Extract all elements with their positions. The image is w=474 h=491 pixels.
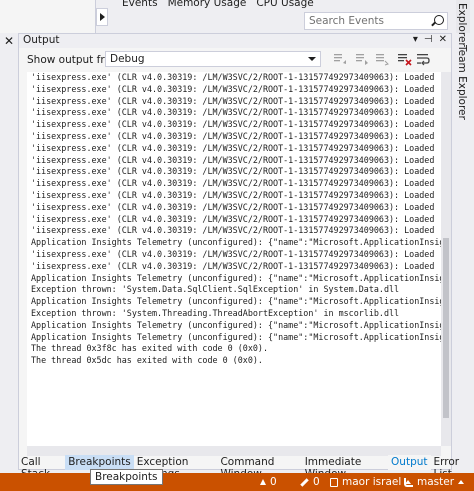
output-line: Application Insights Telemetry (unconfig… <box>31 237 441 248</box>
output-line: 'iisexpress.exe' (CLR v4.0.30319: /LM/W3… <box>31 178 441 189</box>
output-line: 'iisexpress.exe' (CLR v4.0.30319: /LM/W3… <box>31 142 441 153</box>
go-to-next-message-icon[interactable] <box>374 52 390 66</box>
side-tab-team-explorer[interactable]: Team Explorer <box>456 45 468 120</box>
output-line: 'iisexpress.exe' (CLR v4.0.30319: /LM/W3… <box>31 154 441 165</box>
branch[interactable]: master <box>404 476 465 488</box>
output-line: 'iisexpress.exe' (CLR v4.0.30319: /LM/W3… <box>31 119 441 130</box>
output-line: 'iisexpress.exe' (CLR v4.0.30319: /LM/W3… <box>31 166 441 177</box>
output-line: 'iisexpress.exe' (CLR v4.0.30319: /LM/W3… <box>31 260 441 271</box>
pending-changes[interactable]: 0 <box>300 476 320 488</box>
chevron-down-icon <box>308 57 316 61</box>
search-events-input[interactable]: Search Events <box>304 12 448 30</box>
status-bar: 0 0 maor israel master <box>0 473 474 491</box>
output-line: 'iisexpress.exe' (CLR v4.0.30319: /LM/W3… <box>31 248 441 259</box>
scrollbar-thumb[interactable] <box>443 238 449 418</box>
side-tab-explorer[interactable]: Explorer <box>456 3 468 47</box>
output-lines: 'iisexpress.exe' (CLR v4.0.30319: /LM/W3… <box>27 72 441 367</box>
output-line: 'iisexpress.exe' (CLR v4.0.30319: /LM/W3… <box>31 72 441 82</box>
output-toolbar: Show output from: Debug <box>19 49 451 71</box>
search-icon[interactable] <box>434 15 444 25</box>
tab-cpu-usage[interactable]: CPU Usage <box>256 0 313 9</box>
close-icon[interactable]: ✕ <box>439 34 447 45</box>
output-line: 'iisexpress.exe' (CLR v4.0.30319: /LM/W3… <box>31 107 441 118</box>
expand-arrow-button[interactable] <box>96 8 108 26</box>
repository-name: maor israel <box>342 476 402 488</box>
pencil-icon <box>300 477 309 487</box>
output-line: 'iisexpress.exe' (CLR v4.0.30319: /LM/W3… <box>31 95 441 106</box>
tab-output[interactable]: Output <box>388 455 431 470</box>
output-line: 'iisexpress.exe' (CLR v4.0.30319: /LM/W3… <box>31 201 441 212</box>
tab-events[interactable]: Events <box>122 0 158 9</box>
output-line: Application Insights Telemetry (unconfig… <box>31 272 441 283</box>
repository-icon <box>330 477 338 487</box>
push-count: 0 <box>270 476 277 488</box>
chevron-up-icon <box>458 480 465 484</box>
tab-immediate-window[interactable]: Immediate Window <box>302 455 388 480</box>
timeline-panel <box>0 0 96 33</box>
output-line: 'iisexpress.exe' (CLR v4.0.30319: /LM/W3… <box>31 130 441 141</box>
output-line: 'iisexpress.exe' (CLR v4.0.30319: /LM/W3… <box>31 189 441 200</box>
vertical-scrollbar[interactable] <box>441 72 451 446</box>
find-next-icon[interactable] <box>353 52 369 66</box>
output-line: The thread 0x3f8c has exited with code 0… <box>31 343 268 354</box>
output-line: The thread 0x5dc has exited with code 0 … <box>31 355 263 366</box>
output-line: Exception thrown: 'System.Data.SqlClient… <box>31 284 400 295</box>
changes-count: 0 <box>313 476 320 488</box>
output-text-area[interactable]: 'iisexpress.exe' (CLR v4.0.30319: /LM/W3… <box>27 72 441 446</box>
tab-breakpoints[interactable]: Breakpoints <box>65 455 134 470</box>
close-icon[interactable]: ✕ <box>4 34 14 48</box>
output-source-select[interactable]: Debug <box>105 51 321 67</box>
output-line: 'iisexpress.exe' (CLR v4.0.30319: /LM/W3… <box>31 225 441 236</box>
clear-all-icon[interactable] <box>396 52 412 66</box>
repository[interactable]: maor israel <box>330 476 412 488</box>
output-line: Application Insights Telemetry (unconfig… <box>31 319 441 330</box>
pin-icon[interactable]: ⊣ <box>424 34 433 45</box>
output-line: Application Insights Telemetry (unconfig… <box>31 331 441 342</box>
push-status[interactable]: 0 <box>260 476 277 488</box>
tab-call-stack[interactable]: Call Stack <box>18 455 65 480</box>
word-wrap-icon[interactable] <box>415 52 431 66</box>
title-buttons: ▾ ⊣ ✕ <box>413 34 447 45</box>
up-arrow-icon <box>260 479 266 485</box>
search-placeholder: Search Events <box>309 15 384 27</box>
output-line: 'iisexpress.exe' (CLR v4.0.30319: /LM/W3… <box>31 83 441 94</box>
tab-memory-usage[interactable]: Memory Usage <box>168 0 247 9</box>
tooltip: Breakpoints <box>90 469 163 485</box>
side-tab-strip: Explorer Team Explorer <box>452 3 474 473</box>
output-title: Output <box>23 34 60 46</box>
output-line: 'iisexpress.exe' (CLR v4.0.30319: /LM/W3… <box>31 213 441 224</box>
branch-name: master <box>417 476 455 488</box>
output-title-bar: Output ▾ ⊣ ✕ <box>19 34 451 48</box>
branch-icon <box>404 477 413 487</box>
diagnostic-tools-strip: Events Memory Usage CPU Usage Search Eve… <box>0 0 474 33</box>
window-menu-icon[interactable]: ▾ <box>413 34 418 45</box>
tab-error-list[interactable]: Error List <box>431 455 474 480</box>
find-previous-icon[interactable] <box>331 52 347 66</box>
diagnostic-tabs: Events Memory Usage CPU Usage <box>122 0 314 9</box>
output-source-value: Debug <box>110 53 145 65</box>
tab-command-window[interactable]: Command Window <box>217 455 301 480</box>
output-window: Output ▾ ⊣ ✕ Show output from: Debug 'ii… <box>18 33 452 470</box>
bottom-tab-strip: Call StackBreakpointsException SettingsC… <box>18 455 474 480</box>
tab-exception-settings[interactable]: Exception Settings <box>134 455 218 480</box>
output-line: Exception thrown: 'System.Threading.Thre… <box>31 307 400 318</box>
output-line: Application Insights Telemetry (unconfig… <box>31 296 441 307</box>
